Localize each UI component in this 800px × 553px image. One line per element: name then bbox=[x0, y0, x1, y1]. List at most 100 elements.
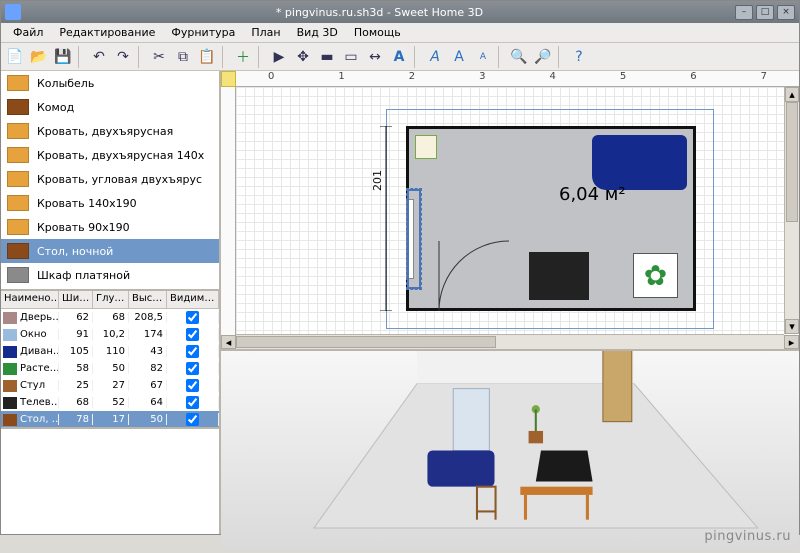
tool-room[interactable]: ▭ bbox=[340, 46, 362, 68]
catalog-item[interactable]: Шкаф платяной bbox=[1, 263, 219, 287]
ruler-tick: 0 bbox=[236, 71, 306, 86]
col-visible[interactable]: Видим… bbox=[167, 291, 219, 308]
tool-new[interactable]: 📄 bbox=[4, 46, 26, 68]
table-row[interactable]: Расте…585082 bbox=[1, 360, 219, 377]
tool-text-bold[interactable]: A bbox=[424, 46, 446, 68]
furniture-table-header[interactable]: Наимено… Ши… Глу… Выс… Видим… bbox=[1, 291, 219, 309]
catalog-item[interactable]: Комод bbox=[1, 95, 219, 119]
menu-help[interactable]: Помощь bbox=[346, 24, 409, 41]
tool-zoom-in[interactable]: 🔍 bbox=[508, 46, 530, 68]
cell-height: 67 bbox=[129, 380, 167, 391]
cell-depth: 17 bbox=[93, 414, 129, 425]
row-icon bbox=[3, 329, 17, 341]
catalog-item-icon bbox=[7, 123, 29, 139]
tool-copy[interactable]: ⧉ bbox=[172, 46, 194, 68]
tool-add-furniture[interactable]: ＋ bbox=[232, 46, 254, 68]
visibility-checkbox[interactable] bbox=[186, 379, 199, 392]
catalog-item[interactable]: Кровать 140x190 bbox=[1, 191, 219, 215]
menu-edit[interactable]: Редактирование bbox=[51, 24, 163, 41]
menu-plan[interactable]: План bbox=[243, 24, 288, 41]
tool-open[interactable]: 📂 bbox=[28, 46, 50, 68]
tool-select[interactable]: ▶ bbox=[268, 46, 290, 68]
visibility-checkbox[interactable] bbox=[186, 311, 199, 324]
window-title: * pingvinus.ru.sh3d - Sweet Home 3D bbox=[27, 6, 732, 19]
tool-text-smaller[interactable]: A bbox=[472, 46, 494, 68]
catalog-item[interactable]: Кровать, угловая двухъярус bbox=[1, 167, 219, 191]
table-row[interactable]: Диван…10511043 bbox=[1, 343, 219, 360]
tool-redo[interactable]: ↷ bbox=[112, 46, 134, 68]
tool-pan[interactable]: ✥ bbox=[292, 46, 314, 68]
cell-visible[interactable] bbox=[167, 396, 219, 409]
scroll-left-arrow[interactable]: ◂ bbox=[221, 335, 236, 349]
toolbar-sep bbox=[222, 46, 228, 68]
cell-visible[interactable] bbox=[167, 379, 219, 392]
catalog-item[interactable]: Стол, ночной bbox=[1, 239, 219, 263]
ruler-vertical[interactable] bbox=[221, 87, 236, 349]
cell-visible[interactable] bbox=[167, 362, 219, 375]
ruler-origin[interactable] bbox=[221, 71, 236, 87]
titlebar: * pingvinus.ru.sh3d - Sweet Home 3D – □ … bbox=[1, 1, 799, 23]
table-row[interactable]: Окно9110,2174 bbox=[1, 326, 219, 343]
cell-name: Стул bbox=[17, 380, 59, 391]
cell-visible[interactable] bbox=[167, 413, 219, 426]
furniture-table[interactable]: Дверь…6268208,5Окно9110,2174Диван…105110… bbox=[1, 309, 219, 429]
plan-2d[interactable]: 01234567 ✿ bbox=[221, 71, 799, 351]
minimize-button[interactable]: – bbox=[735, 5, 753, 20]
catalog-item[interactable]: Кровать 90x190 bbox=[1, 215, 219, 239]
tool-cut[interactable]: ✂ bbox=[148, 46, 170, 68]
tool-help[interactable]: ? bbox=[568, 46, 590, 68]
scroll-v-thumb[interactable] bbox=[786, 102, 798, 222]
cell-visible[interactable] bbox=[167, 311, 219, 324]
toolbar-sep bbox=[138, 46, 144, 68]
tool-undo[interactable]: ↶ bbox=[88, 46, 110, 68]
visibility-checkbox[interactable] bbox=[186, 362, 199, 375]
table-row[interactable]: Телев…685264 bbox=[1, 394, 219, 411]
plan-scroll-v[interactable]: ▴ ▾ bbox=[784, 87, 799, 334]
scroll-up-arrow[interactable]: ▴ bbox=[785, 87, 799, 102]
close-button[interactable]: × bbox=[777, 5, 795, 20]
scroll-h-thumb[interactable] bbox=[236, 336, 496, 348]
cell-name: Дверь… bbox=[17, 312, 59, 323]
maximize-button[interactable]: □ bbox=[756, 5, 774, 20]
visibility-checkbox[interactable] bbox=[186, 345, 199, 358]
tool-text-bigger[interactable]: A bbox=[448, 46, 470, 68]
cell-width: 91 bbox=[59, 329, 93, 340]
catalog-item-icon bbox=[7, 99, 29, 115]
visibility-checkbox[interactable] bbox=[186, 328, 199, 341]
cell-depth: 10,2 bbox=[93, 329, 129, 340]
plan-scroll-h[interactable]: ◂ ▸ bbox=[236, 334, 784, 349]
tool-zoom-out[interactable]: 🔎 bbox=[532, 46, 554, 68]
furniture-table-empty bbox=[1, 429, 219, 534]
tool-save[interactable]: 💾 bbox=[52, 46, 74, 68]
menu-furniture[interactable]: Фурнитура bbox=[163, 24, 243, 41]
tool-dimension[interactable]: ↔ bbox=[364, 46, 386, 68]
cell-visible[interactable] bbox=[167, 328, 219, 341]
ruler-tick: 4 bbox=[518, 71, 588, 86]
tool-paste[interactable]: 📋 bbox=[196, 46, 218, 68]
cell-visible[interactable] bbox=[167, 345, 219, 358]
table-row[interactable]: Стул252767 bbox=[1, 377, 219, 394]
furniture-catalog[interactable]: КолыбельКомодКровать, двухъяруснаяКроват… bbox=[1, 71, 219, 291]
menu-file[interactable]: Файл bbox=[5, 24, 51, 41]
visibility-checkbox[interactable] bbox=[186, 413, 199, 426]
tool-wall[interactable]: ▬ bbox=[316, 46, 338, 68]
col-name[interactable]: Наимено… bbox=[1, 291, 59, 308]
ruler-horizontal[interactable]: 01234567 bbox=[236, 71, 799, 87]
catalog-item[interactable]: Кровать, двухъярусная bbox=[1, 119, 219, 143]
cell-name: Стол, … bbox=[17, 414, 59, 425]
menu-view3d[interactable]: Вид 3D bbox=[289, 24, 346, 41]
catalog-item[interactable]: Колыбель bbox=[1, 71, 219, 95]
viewer-3d[interactable]: pingvinus.ru bbox=[221, 351, 799, 550]
cell-height: 208,5 bbox=[129, 312, 167, 323]
scroll-right-arrow[interactable]: ▸ bbox=[784, 335, 799, 349]
table-row[interactable]: Дверь…6268208,5 bbox=[1, 309, 219, 326]
visibility-checkbox[interactable] bbox=[186, 396, 199, 409]
toolbar-sep bbox=[498, 46, 504, 68]
table-row[interactable]: Стол, …781750 bbox=[1, 411, 219, 428]
col-height[interactable]: Выс… bbox=[129, 291, 167, 308]
col-width[interactable]: Ши… bbox=[59, 291, 93, 308]
col-depth[interactable]: Глу… bbox=[93, 291, 129, 308]
catalog-item[interactable]: Кровать, двухъярусная 140x bbox=[1, 143, 219, 167]
scroll-down-arrow[interactable]: ▾ bbox=[785, 319, 799, 334]
tool-text[interactable]: A bbox=[388, 46, 410, 68]
